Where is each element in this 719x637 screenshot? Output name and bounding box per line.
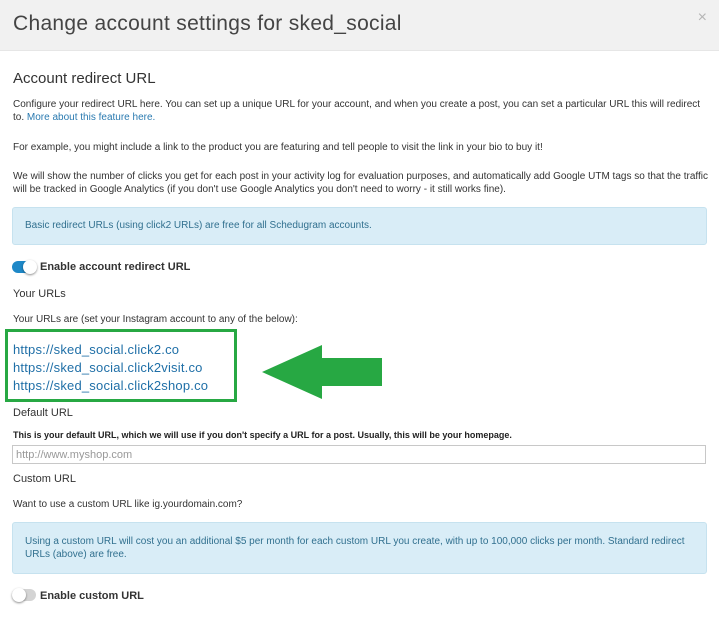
modal-header: Change account settings for sked_social … [0, 0, 719, 51]
basic-url-info-text: Basic redirect URLs (using click2 URLs) … [25, 220, 372, 231]
default-url-input[interactable] [12, 445, 706, 464]
your-urls-heading: Your URLs [13, 288, 66, 300]
more-info-link[interactable]: More about this feature here. [27, 112, 155, 123]
url-link-click2visit[interactable]: https://sked_social.click2visit.co [13, 360, 203, 375]
close-icon[interactable]: × [698, 8, 707, 28]
default-url-heading: Default URL [13, 407, 73, 419]
default-url-note: This is your default URL, which we will … [13, 430, 512, 440]
url-link-click2shop[interactable]: https://sked_social.click2shop.co [13, 378, 208, 393]
settings-modal: Change account settings for sked_social … [0, 0, 719, 637]
toggle-knob [12, 588, 26, 602]
custom-url-info-box: Using a custom URL will cost you an addi… [12, 522, 707, 574]
custom-url-toggle-label: Enable custom URL [40, 590, 144, 602]
tracking-paragraph: We will show the number of clicks you ge… [13, 171, 708, 195]
your-urls-intro: Your URLs are (set your Instagram accoun… [13, 314, 298, 325]
modal-title: Change account settings for sked_social [13, 12, 402, 35]
custom-url-question: Want to use a custom URL like ig.yourdom… [13, 499, 243, 510]
custom-url-info-text: Using a custom URL will cost you an addi… [25, 536, 685, 560]
redirect-toggle[interactable] [12, 260, 37, 274]
custom-url-toggle[interactable] [12, 588, 36, 602]
arrow-left-icon [262, 345, 382, 399]
section-title: Account redirect URL [13, 70, 156, 87]
toggle-knob [23, 260, 37, 274]
example-paragraph: For example, you might include a link to… [13, 142, 543, 153]
url-link-click2[interactable]: https://sked_social.click2.co [13, 342, 179, 357]
custom-url-heading: Custom URL [13, 473, 76, 485]
intro-paragraph: Configure your redirect URL here. You ca… [13, 98, 709, 124]
basic-url-info-box: Basic redirect URLs (using click2 URLs) … [12, 207, 707, 245]
redirect-toggle-label: Enable account redirect URL [40, 261, 191, 273]
